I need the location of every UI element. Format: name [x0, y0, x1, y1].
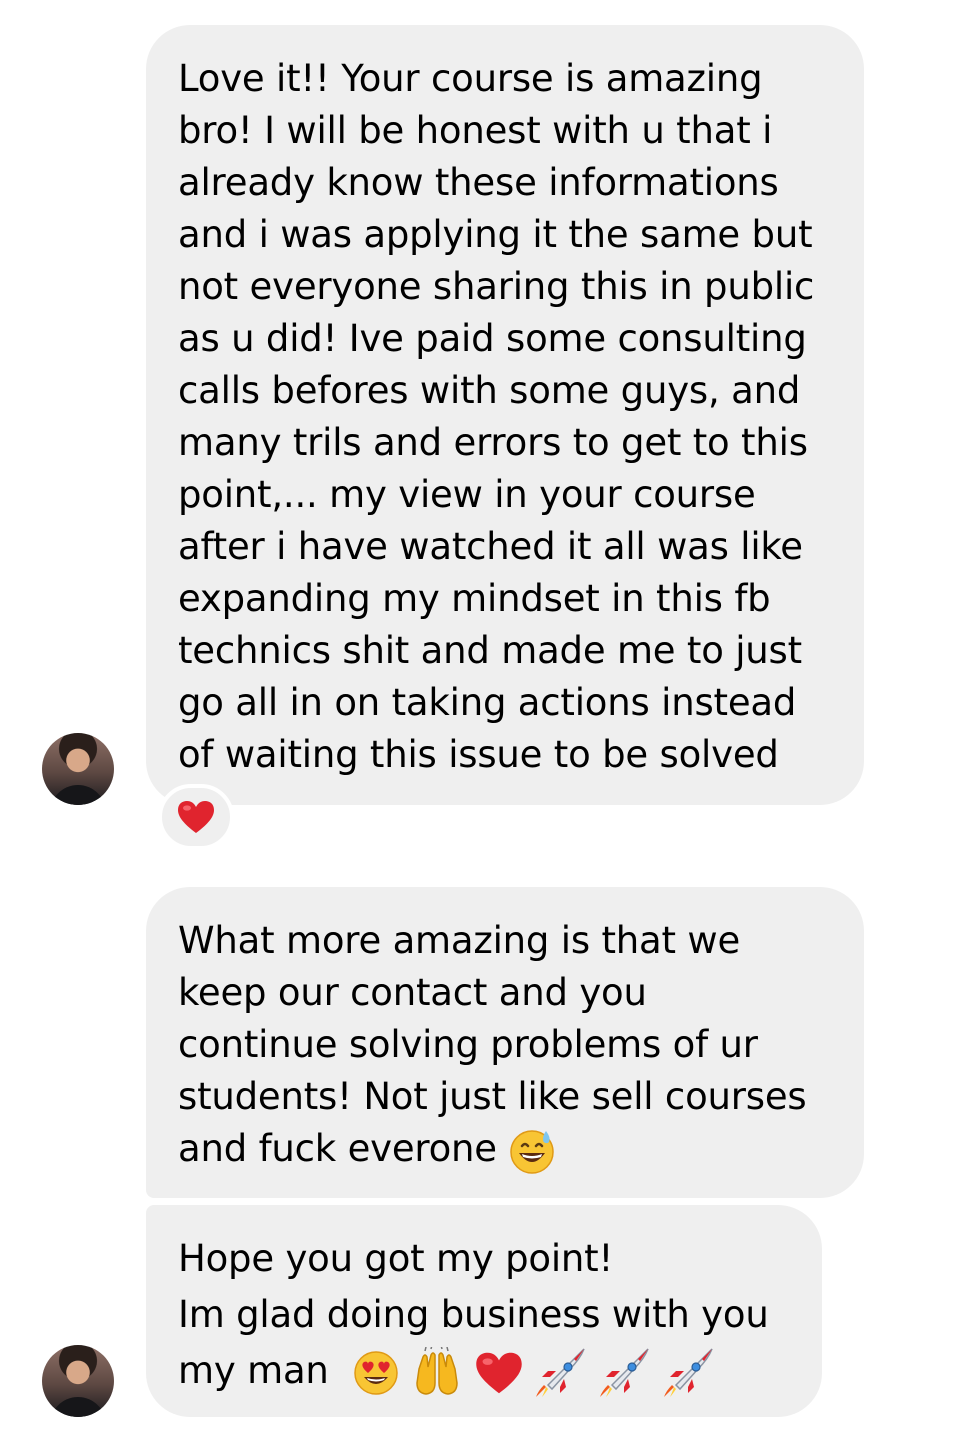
- message-line: as u did! Ive paid some consulting: [178, 317, 807, 360]
- rocket-icon: [662, 1347, 714, 1399]
- chat-thread: Love it!! Your course is amazing bro! I …: [0, 0, 955, 1440]
- message-line: keep our contact and you: [178, 971, 647, 1014]
- message-line: and i was applying it the same but: [178, 213, 813, 256]
- message-line: students! Not just like sell courses: [178, 1075, 807, 1118]
- grinning-sweat-icon: [508, 1127, 556, 1175]
- message-text: and fuck everone: [178, 1127, 497, 1170]
- message-bubble[interactable]: What more amazing is that we keep our co…: [146, 887, 864, 1198]
- message-line: and fuck everone: [178, 1123, 834, 1175]
- message-line: go all in on taking actions instead: [178, 681, 797, 724]
- red-heart-icon: [475, 1351, 523, 1395]
- message-line: Love it!! Your course is amazing: [178, 57, 763, 100]
- message-line: after i have watched it all was like: [178, 525, 803, 568]
- message-line: continue solving problems of ur: [178, 1023, 758, 1066]
- heart-eyes-icon: [352, 1349, 400, 1397]
- message-line: already know these informations: [178, 161, 779, 204]
- message-line: Im glad doing business with you: [178, 1293, 769, 1336]
- message-text: my man: [178, 1349, 329, 1392]
- rocket-icon: [534, 1347, 586, 1399]
- message-line: expanding my mindset in this fb: [178, 577, 771, 620]
- message-line: What more amazing is that we: [178, 919, 741, 962]
- message-line: calls befores with some guys, and: [178, 369, 801, 412]
- message-line: Hope you got my point!: [178, 1237, 614, 1280]
- red-heart-icon: [177, 800, 215, 834]
- raising-hands-icon: [411, 1346, 463, 1399]
- message-line: many trils and errors to get to this: [178, 421, 808, 464]
- message-line: technics shit and made me to just: [178, 629, 802, 672]
- message-line: not everyone sharing this in public: [178, 265, 815, 308]
- rocket-icon: [598, 1347, 650, 1399]
- sender-avatar[interactable]: [42, 1345, 114, 1417]
- message-bubble[interactable]: Hope you got my point! Im glad doing bus…: [146, 1205, 822, 1417]
- heart-reaction[interactable]: [158, 784, 234, 850]
- message-line: point,... my view in your course: [178, 473, 756, 516]
- sender-avatar[interactable]: [42, 733, 114, 805]
- message-line: of waiting this issue to be solved: [178, 733, 779, 776]
- avatar-shoulders: [50, 785, 106, 805]
- message-line: bro! I will be honest with u that i: [178, 109, 773, 152]
- message-line: my man: [178, 1343, 792, 1399]
- avatar-shoulders: [50, 1397, 106, 1417]
- message-bubble[interactable]: Love it!! Your course is amazing bro! I …: [146, 25, 864, 805]
